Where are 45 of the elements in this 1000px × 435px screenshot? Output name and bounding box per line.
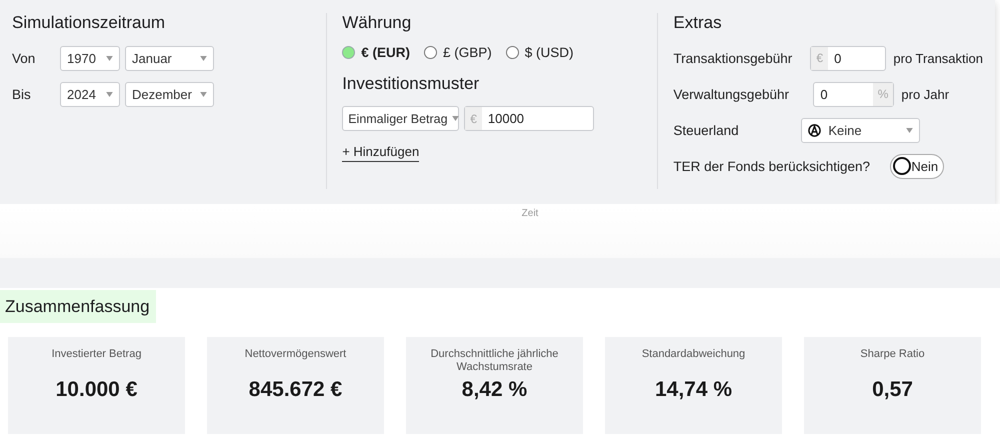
stat-value: 8,42 % — [462, 378, 528, 402]
unit-label: pro Transaktion — [893, 50, 983, 66]
circled-a-icon — [808, 124, 822, 136]
fee-input[interactable]: 0 % — [813, 82, 894, 106]
section-title: Zusammenfassung — [0, 290, 156, 323]
stat-value: 0,57 — [872, 378, 913, 402]
currency-radio[interactable]: £ (GBP) — [424, 45, 492, 60]
currency-radio[interactable]: € (EUR) — [342, 45, 410, 60]
field-label: Verwaltungsgebühr — [673, 86, 790, 102]
pattern-dropdown[interactable]: Einmaliger Betrag — [342, 106, 460, 131]
field-label: Transaktionsgebühr — [673, 50, 794, 66]
field-label: Von — [12, 51, 36, 66]
stat-label: Investierter Betrag — [52, 348, 142, 362]
stat-label: Nettovermögenswert — [244, 348, 346, 362]
section-title: Extras — [673, 13, 723, 33]
amount-input[interactable]: € 10000 — [464, 106, 594, 131]
caret-icon — [906, 128, 914, 132]
caret-icon — [200, 92, 207, 97]
stat-value: 845.672 € — [248, 378, 342, 402]
year-dropdown[interactable]: 1970 — [60, 46, 120, 71]
section-title: Investitionsmuster — [342, 74, 480, 94]
stat-label: Standardabweichung — [642, 348, 746, 362]
country-dropdown[interactable]: Keine — [801, 118, 920, 142]
section-title: Simulationszeitraum — [12, 13, 166, 33]
field-label: TER der Fonds berücksichtigen? — [673, 158, 871, 174]
unit-label: pro Jahr — [901, 86, 950, 102]
currency-radio[interactable]: $ (USD) — [506, 45, 574, 60]
toggle-switch[interactable]: Nein — [890, 154, 944, 178]
stat-label: Durchschnittliche jährliche Wachstumsrate — [430, 348, 560, 375]
section-title: Währung — [342, 13, 412, 33]
caret-icon — [106, 92, 113, 97]
caret-icon — [452, 116, 459, 121]
caret-icon — [200, 56, 207, 61]
month-dropdown[interactable]: Januar — [125, 46, 214, 71]
stat-value: 10.000 € — [56, 378, 138, 402]
field-label: Steuerland — [673, 122, 740, 138]
add-link[interactable]: + Hinzufügen — [342, 144, 420, 162]
stat-value: 14,74 % — [654, 378, 732, 402]
axis-label: Zeit — [522, 208, 538, 221]
fee-input[interactable]: € 0 — [810, 46, 886, 70]
year-dropdown[interactable]: 2024 — [60, 82, 120, 107]
stat-label: Sharpe Ratio — [860, 348, 925, 362]
caret-icon — [106, 56, 113, 61]
month-dropdown[interactable]: Dezember — [125, 82, 214, 107]
field-label: Bis — [12, 87, 32, 102]
